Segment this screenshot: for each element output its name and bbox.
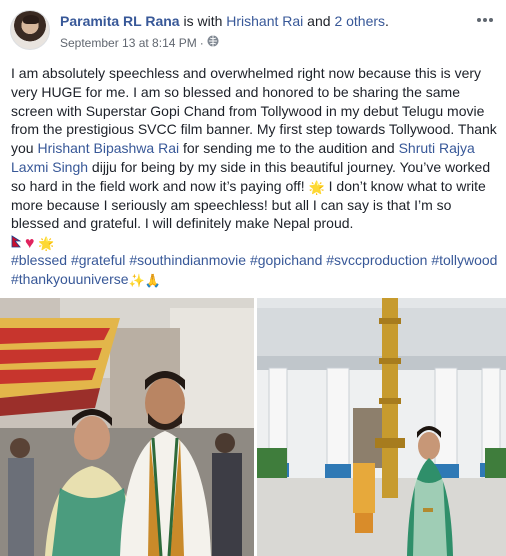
hashtag-link[interactable]: #tollywood [431,252,497,268]
hashtag-link[interactable]: #southindianmovie [129,252,246,268]
post-header: Paramita RL Rana is with Hrishant Rai an… [0,0,506,58]
author-name-link[interactable]: Paramita RL Rana [60,13,180,29]
others-link[interactable]: 2 others [334,13,385,29]
heart-emoji: ♥ [24,235,35,253]
author-avatar[interactable] [10,10,50,50]
hashtag-link[interactable]: #thankyouuniverse [11,271,129,287]
temple-photo-image [257,298,506,556]
with-text: is with [179,13,227,29]
globe-icon [207,35,219,47]
post-attribution: Paramita RL Rana is with Hrishant Rai an… [60,13,389,29]
meta-separator: · [199,35,204,50]
glowing-star-emoji: 🌟 [38,236,55,252]
period-text: . [385,13,389,29]
post-body: I am absolutely speechless and overwhelm… [11,64,499,252]
post-meta: September 13 at 8:14 PM · [60,35,219,50]
mention-link[interactable]: Hrishant Bipashwa Rai [37,140,179,156]
hashtags: #blessed #grateful #southindianmovie #go… [11,251,499,289]
tagged-person-link[interactable]: Hrishant Rai [226,13,303,29]
folded-hands-emoji: 🙏 [144,273,161,288]
photo-with-actor-image [0,298,254,556]
more-options-button[interactable] [476,10,494,28]
more-dots-icon [477,18,493,22]
temple-photo[interactable] [257,298,506,556]
hashtag-link[interactable]: #gopichand [250,252,322,268]
photo-with-actor[interactable] [0,298,254,556]
hashtag-link[interactable]: #blessed [11,252,67,268]
hashtag-link[interactable]: #grateful [71,252,125,268]
and-text: and [303,13,335,29]
body-text-part: for sending me to the audition and [179,140,399,157]
nepal-flag-emoji [11,235,22,250]
hashtag-link[interactable]: #svccproduction [326,252,427,268]
sparkles-emoji: ✨ [128,273,145,288]
photo-grid [0,298,506,556]
post-timestamp[interactable]: September 13 at 8:14 PM [60,36,197,50]
glowing-star-emoji: 🌟 [308,179,325,195]
audience-icon[interactable] [207,35,219,50]
